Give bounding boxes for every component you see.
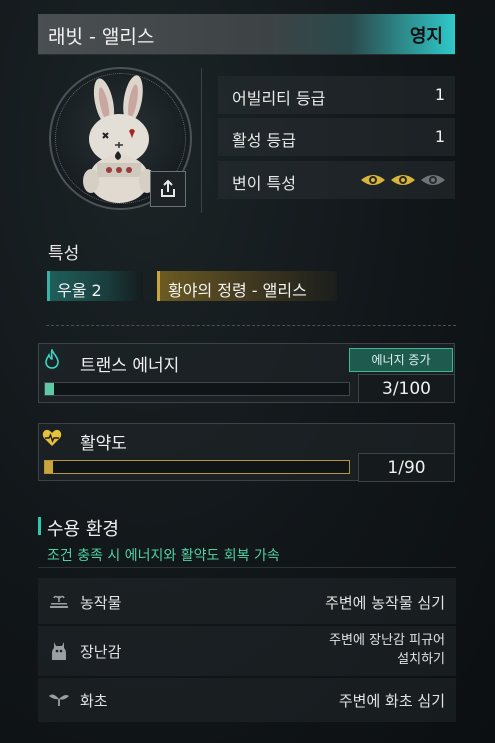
eye-icon: [421, 175, 445, 185]
section-divider: [46, 325, 456, 326]
vitality-label: 활약도: [80, 434, 127, 454]
flame-icon: [45, 349, 59, 369]
trait-text: 우울 2: [57, 281, 102, 300]
env-action-line: 설치하기: [397, 652, 445, 667]
eye-icon: [361, 175, 385, 185]
farm-icon: [48, 590, 70, 612]
env-name: 농작물: [80, 594, 122, 612]
eye-icon: [391, 175, 415, 185]
traits-heading: 특성: [48, 244, 80, 264]
env-action: 주변에 장난감 피규어 설치하기: [329, 631, 445, 669]
env-action-line: 주변에 장난감 피규어: [329, 633, 445, 648]
vitality-bar: [44, 460, 350, 474]
divider: [38, 567, 456, 568]
share-button[interactable]: [150, 171, 186, 207]
stat-label: 활성 등급: [232, 131, 296, 150]
character-name: 래빗 - 앨리스: [48, 26, 155, 48]
section-accent: [38, 517, 41, 535]
environment-heading: 수용 환경: [47, 519, 119, 540]
vitality-value: 1/90: [358, 453, 455, 482]
increase-energy-button[interactable]: 에너지 증가: [349, 348, 453, 372]
sprout-icon: [48, 688, 70, 710]
heart-pulse-icon: [42, 429, 62, 446]
env-name: 화초: [80, 692, 108, 710]
mutation-eyes: [360, 172, 446, 188]
trans-energy-bar: [44, 382, 350, 396]
heart-icon-box: [40, 425, 64, 451]
flame-icon-box: [40, 345, 64, 373]
stat-value: 1: [434, 127, 445, 146]
territory-tag[interactable]: 영지: [410, 22, 443, 48]
trans-energy-fill: [45, 383, 55, 395]
environment-description: 조건 충족 시 에너지와 활약도 회복 가속: [47, 548, 280, 564]
env-name: 장난감: [80, 643, 122, 661]
stat-label: 어빌리티 등급: [232, 89, 326, 108]
env-action: 주변에 화초 심기: [338, 692, 445, 710]
stat-value: 1: [434, 85, 445, 104]
vitality-fill: [45, 461, 53, 473]
trans-energy-value: 3/100: [358, 374, 455, 403]
stat-label: 변이 특성: [232, 174, 296, 193]
toy-icon: [48, 640, 70, 662]
divider: [201, 68, 202, 213]
share-icon: [161, 179, 175, 197]
trait-text: 황야의 정령 - 앨리스: [168, 281, 307, 300]
trans-energy-label: 트랜스 에너지: [80, 356, 180, 376]
env-action: 주변에 농작물 심기: [325, 594, 445, 612]
